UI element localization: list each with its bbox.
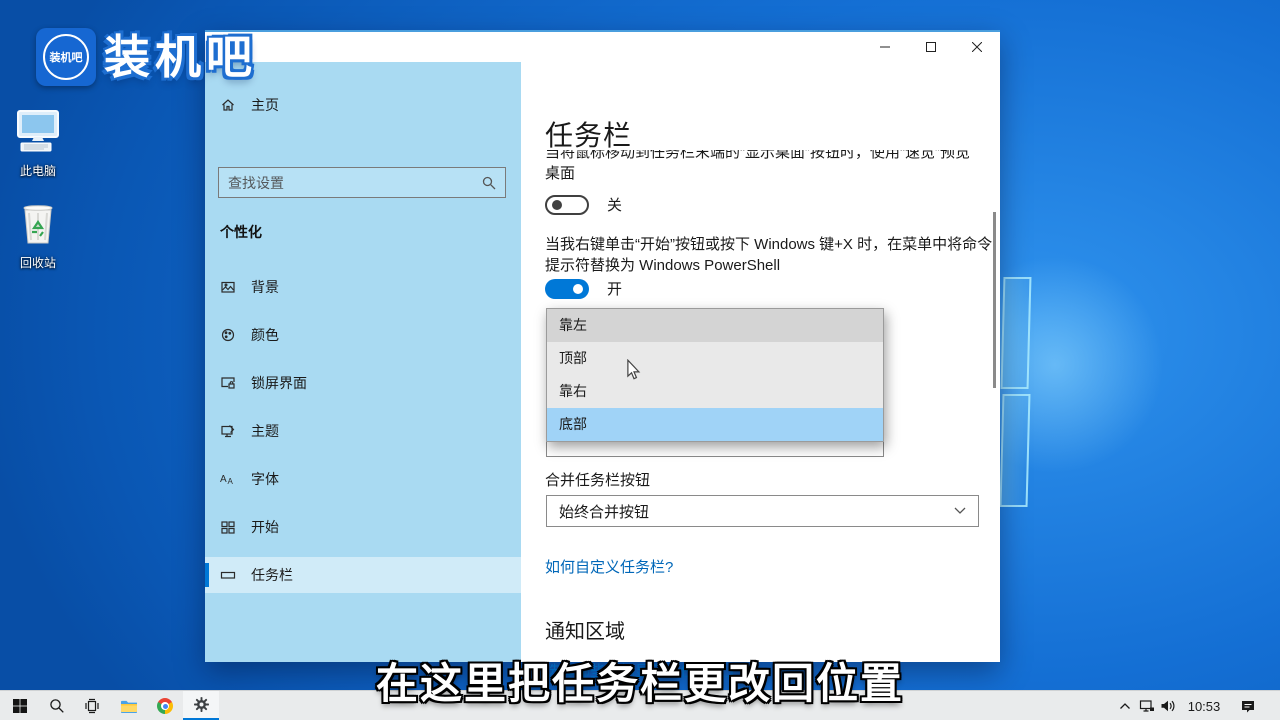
page-title: 任务栏 xyxy=(545,114,632,154)
start-icon xyxy=(220,519,236,535)
brand-badge: 装机吧 xyxy=(36,28,96,86)
sidebar-item-start[interactable]: 开始 xyxy=(205,509,521,545)
search-input[interactable] xyxy=(228,175,482,191)
dropdown-option-right[interactable]: 靠右 xyxy=(547,375,883,408)
dropdown-option-left[interactable]: 靠左 xyxy=(547,309,883,342)
dropdown-option-bottom[interactable]: 底部 xyxy=(547,408,883,441)
close-button[interactable] xyxy=(954,32,1000,62)
powershell-toggle-state: 开 xyxy=(607,278,622,299)
sidebar-item-label: 背景 xyxy=(251,277,279,297)
sidebar-item-label: 主题 xyxy=(251,421,279,441)
recycle-bin-icon xyxy=(17,233,59,250)
fonts-icon: AA xyxy=(220,471,236,487)
customize-taskbar-link[interactable]: 如何自定义任务栏? xyxy=(545,556,673,577)
desktop-icon-label: 此电脑 xyxy=(7,162,69,179)
combine-buttons-select[interactable]: 始终合并按钮 xyxy=(546,495,979,527)
brand-badge-text: 装机吧 xyxy=(43,34,89,80)
themes-icon xyxy=(220,423,236,439)
background-icon xyxy=(220,279,236,295)
minimize-icon xyxy=(880,42,890,52)
sidebar-item-fonts[interactable]: AA 字体 xyxy=(205,461,521,497)
desktop-icon-label: 回收站 xyxy=(7,254,69,271)
sidebar-item-taskbar[interactable]: 任务栏 xyxy=(205,557,521,593)
powershell-description: 当我右键单击“开始”按钮或按下 Windows 键+X 时，在菜单中将命令提示符… xyxy=(545,234,993,276)
svg-text:A: A xyxy=(228,477,234,486)
powershell-toggle[interactable] xyxy=(545,279,589,299)
this-pc-icon xyxy=(15,141,61,158)
taskbar-position-dropdown: 靠左 顶部 靠右 底部 xyxy=(546,308,884,442)
peek-description-clipped: 当将鼠标移动到任务栏末端的“显示桌面”按钮时，使用“速览”预览 xyxy=(545,150,981,164)
sidebar-item-background[interactable]: 背景 xyxy=(205,269,521,305)
notification-area-heading: 通知区域 xyxy=(545,615,625,644)
settings-search-box[interactable] xyxy=(218,167,506,198)
sidebar-item-label: 字体 xyxy=(251,469,279,489)
sidebar-item-colors[interactable]: 颜色 xyxy=(205,317,521,353)
desktop-icon-this-pc[interactable]: 此电脑 xyxy=(7,110,69,179)
minimize-button[interactable] xyxy=(862,32,908,62)
sidebar-item-label: 锁屏界面 xyxy=(251,373,307,393)
wallpaper-windows-logo-pane xyxy=(1000,394,1031,507)
sidebar-section-title: 个性化 xyxy=(220,222,262,242)
window-titlebar[interactable] xyxy=(205,32,1000,62)
home-icon xyxy=(220,97,236,113)
sidebar-item-home[interactable]: 主页 xyxy=(205,87,521,123)
taskbar-icon xyxy=(220,567,236,583)
combine-buttons-label: 合并任务栏按钮 xyxy=(545,469,650,490)
maximize-icon xyxy=(926,42,936,52)
desktop: 此电脑 回收站 装机吧 装机吧 xyxy=(0,0,1280,720)
settings-window: 主页 个性化 背景 颜色 锁屏界面 主题 xyxy=(205,30,1000,662)
sidebar-item-label: 颜色 xyxy=(251,325,279,345)
peek-toggle-state: 关 xyxy=(607,194,622,215)
powershell-toggle-row: 开 xyxy=(545,278,622,299)
settings-content: 任务栏 当将鼠标移动到任务栏末端的“显示桌面”按钮时，使用“速览”预览 桌面 关… xyxy=(521,62,1000,662)
lock-screen-icon xyxy=(220,375,236,391)
sidebar-item-label: 主页 xyxy=(251,95,279,115)
search-icon xyxy=(482,176,496,190)
brand-overlay: 装机吧 装机吧 xyxy=(36,28,257,86)
sidebar-item-themes[interactable]: 主题 xyxy=(205,413,521,449)
chevron-down-icon xyxy=(954,507,966,515)
combine-buttons-value: 始终合并按钮 xyxy=(559,501,649,522)
peek-toggle-row: 关 xyxy=(545,194,622,215)
peek-description-line2: 桌面 xyxy=(545,164,575,184)
sidebar-item-label: 任务栏 xyxy=(251,565,293,585)
sidebar-item-label: 开始 xyxy=(251,517,279,537)
brand-logo-text: 装机吧 xyxy=(104,28,257,86)
desktop-icon-recycle-bin[interactable]: 回收站 xyxy=(7,200,69,271)
peek-toggle[interactable] xyxy=(545,195,589,215)
window-scrollbar[interactable] xyxy=(993,212,996,388)
dropdown-option-top[interactable]: 顶部 xyxy=(547,342,883,375)
close-icon xyxy=(972,42,982,52)
maximize-button[interactable] xyxy=(908,32,954,62)
settings-sidebar: 主页 个性化 背景 颜色 锁屏界面 主题 xyxy=(205,62,521,662)
palette-icon xyxy=(220,327,236,343)
sidebar-item-lock-screen[interactable]: 锁屏界面 xyxy=(205,365,521,401)
wallpaper-windows-logo-pane xyxy=(1001,277,1032,389)
mouse-cursor xyxy=(626,359,642,386)
video-subtitle: 在这里把任务栏更改回位置 xyxy=(0,650,1280,711)
svg-text:A: A xyxy=(220,474,227,485)
